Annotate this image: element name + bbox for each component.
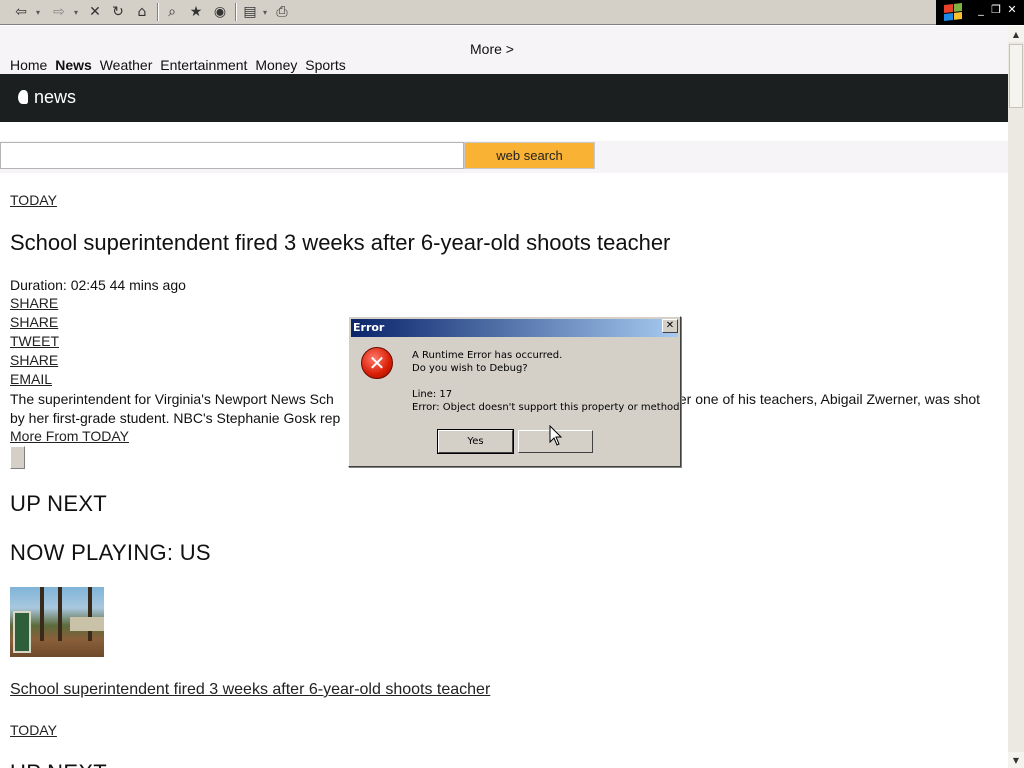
peacock-icon xyxy=(16,89,30,106)
now-playing-heading: NOW PLAYING: US xyxy=(10,540,211,565)
up-next-heading: UP NEXT xyxy=(10,491,108,516)
dialog-error-line: Line: 17 xyxy=(412,389,453,400)
forward-dropdown-icon[interactable]: ▾ xyxy=(71,2,81,22)
error-dialog: Error ✕ ✕ A Runtime Error has occurred. … xyxy=(348,316,681,467)
article-meta: Duration: 02:45 44 mins ago xyxy=(10,277,186,293)
share-link[interactable]: SHARE xyxy=(10,352,58,368)
toolbar-separator xyxy=(235,3,237,21)
windows-logo-icon xyxy=(936,0,972,25)
back-dropdown-icon[interactable]: ▾ xyxy=(33,2,43,22)
nav-item-money[interactable]: Money xyxy=(255,57,297,73)
favorites-icon[interactable]: ★ xyxy=(186,2,206,22)
edit-dropdown-icon[interactable]: ▾ xyxy=(260,2,270,22)
article-summary-continued: ter one of his teachers, Abigail Zwerner… xyxy=(675,391,981,407)
web-search-button[interactable]: web search xyxy=(464,142,595,169)
search-input[interactable] xyxy=(0,142,464,169)
tweet-link[interactable]: TWEET xyxy=(10,333,59,349)
home-icon[interactable]: ⌂ xyxy=(132,2,152,22)
print-icon[interactable]: ⎙ xyxy=(272,2,292,22)
dialog-error-message: Error: Object doesn't support this prope… xyxy=(412,402,680,413)
video-title-link[interactable]: School superintendent fired 3 weeks afte… xyxy=(10,681,490,699)
restore-icon[interactable]: ❐ xyxy=(989,3,1003,17)
close-icon[interactable]: ✕ xyxy=(1005,3,1019,17)
dialog-close-icon[interactable]: ✕ xyxy=(662,319,678,333)
dialog-message-line1: A Runtime Error has occurred. xyxy=(412,350,563,361)
show-link[interactable]: TODAY xyxy=(10,192,57,208)
toolbar-separator xyxy=(157,3,159,21)
back-icon[interactable]: ⇦ xyxy=(10,2,32,22)
nav-links: Home News Weather Entertainment Money Sp… xyxy=(10,57,350,73)
show-link[interactable]: TODAY xyxy=(10,722,57,738)
vertical-scrollbar[interactable]: ▲ ▼ xyxy=(1008,26,1024,768)
edit-icon[interactable]: ▤ xyxy=(240,2,260,22)
share-link[interactable]: SHARE xyxy=(10,314,58,330)
more-link[interactable]: More > xyxy=(470,41,514,57)
email-link[interactable]: EMAIL xyxy=(10,371,52,387)
dialog-message-line2: Do you wish to Debug? xyxy=(412,363,528,374)
scroll-up-icon[interactable]: ▲ xyxy=(1008,26,1024,42)
media-icon[interactable]: ◉ xyxy=(210,2,230,22)
scrollbar-thumb[interactable] xyxy=(1009,44,1023,108)
forward-icon[interactable]: ⇨ xyxy=(48,2,70,22)
more-from-today-link[interactable]: More From TODAY xyxy=(10,428,129,444)
article-headline: School superintendent fired 3 weeks afte… xyxy=(10,230,671,255)
share-link[interactable]: SHARE xyxy=(10,295,58,311)
search-icon[interactable]: ⌕ xyxy=(162,2,182,22)
scroll-down-icon[interactable]: ▼ xyxy=(1008,752,1024,768)
nav-item-home[interactable]: Home xyxy=(10,57,47,73)
refresh-icon[interactable]: ↻ xyxy=(108,2,128,22)
article-summary: The superintendent for Virginia's Newpor… xyxy=(10,391,334,407)
brand-label: news xyxy=(34,87,77,107)
article-summary-line2: by her first-grade student. NBC's Stepha… xyxy=(10,410,341,426)
video-thumbnail[interactable] xyxy=(10,587,104,657)
top-nav: More > Home News Weather Entertainment M… xyxy=(0,26,1008,74)
stop-icon[interactable]: ✕ xyxy=(85,2,105,22)
minimize-icon[interactable]: _ xyxy=(974,3,988,17)
video-control-button[interactable] xyxy=(10,446,25,469)
nav-item-news[interactable]: News xyxy=(55,57,92,73)
up-next-heading: UP NEXT xyxy=(10,760,107,768)
error-icon: ✕ xyxy=(361,347,393,379)
nav-item-sports[interactable]: Sports xyxy=(305,57,345,73)
mouse-cursor-icon xyxy=(549,425,563,446)
brand-logo[interactable]: news xyxy=(16,87,76,108)
nav-item-entertainment[interactable]: Entertainment xyxy=(160,57,247,73)
brand-bar xyxy=(0,74,1008,122)
dialog-title: Error xyxy=(351,319,678,337)
yes-button[interactable]: Yes xyxy=(437,429,514,454)
browser-toolbar: ⇦ ▾ ⇨ ▾ ✕ ↻ ⌂ ⌕ ★ ◉ ▤ ▾ ⎙ _ ❐ ✕ xyxy=(0,0,1024,25)
nav-item-weather[interactable]: Weather xyxy=(100,57,153,73)
